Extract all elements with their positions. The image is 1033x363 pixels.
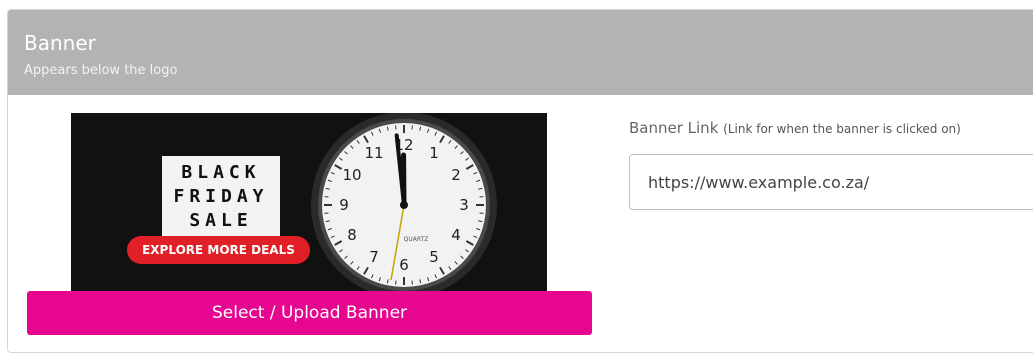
clock-number: 9 — [339, 196, 349, 214]
banner-link-label-text: Banner Link — [629, 119, 719, 137]
clock-number: 2 — [451, 166, 461, 184]
card-line: FRIDAY — [173, 186, 269, 207]
clock-number: 10 — [342, 166, 361, 184]
banner-settings-panel: Banner Appears below the logo BLACK FRID… — [7, 9, 1033, 353]
clock-number: 8 — [347, 226, 357, 244]
panel-title: Banner — [24, 31, 96, 55]
clock-number: 6 — [399, 256, 409, 274]
panel-header: Banner Appears below the logo — [8, 10, 1033, 95]
clock-number: 1 — [429, 144, 439, 162]
clock-number: 4 — [451, 226, 461, 244]
banner-preview-image: BLACK FRIDAY SALE EXPLORE MORE DEALS 12 1… — [71, 113, 547, 291]
wall-clock-icon: 12 1234567891011 QUARTZ — [311, 113, 497, 291]
card-line: BLACK — [181, 162, 261, 183]
clock-brand: QUARTZ — [404, 236, 429, 243]
explore-deals-badge: EXPLORE MORE DEALS — [127, 236, 310, 264]
clock-number: 3 — [459, 196, 469, 214]
banner-link-label: Banner Link (Link for when the banner is… — [629, 119, 961, 137]
card-line: SALE — [189, 210, 253, 231]
banner-link-hint: (Link for when the banner is clicked on) — [723, 122, 961, 136]
clock-number: 11 — [364, 144, 383, 162]
black-friday-sale-card: BLACK FRIDAY SALE — [162, 156, 280, 238]
banner-link-input[interactable] — [629, 154, 1033, 210]
clock-number: 5 — [429, 248, 439, 266]
clock-number: 7 — [369, 248, 379, 266]
select-upload-banner-button[interactable]: Select / Upload Banner — [27, 291, 592, 335]
panel-subtitle: Appears below the logo — [24, 63, 178, 78]
clock-center — [400, 201, 408, 209]
